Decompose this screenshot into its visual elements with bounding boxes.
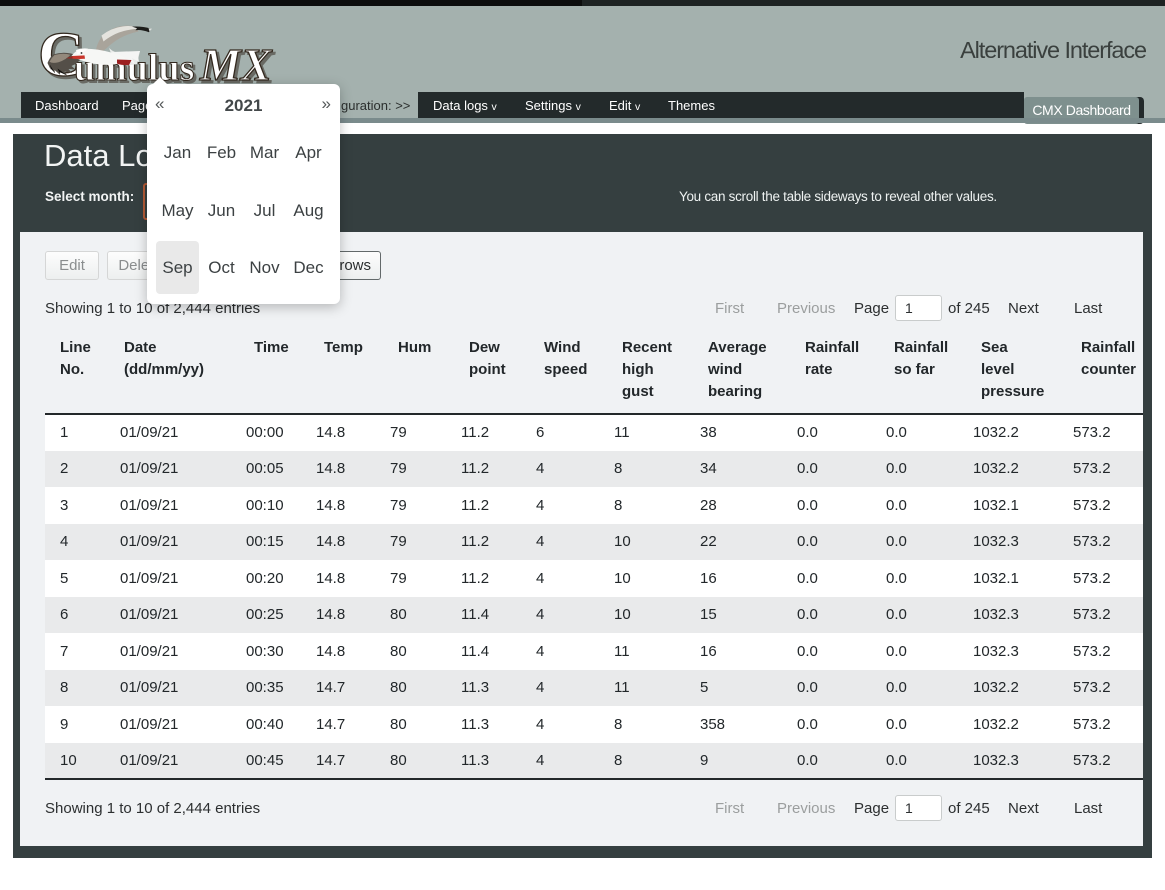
svg-text:MX: MX — [199, 39, 273, 90]
